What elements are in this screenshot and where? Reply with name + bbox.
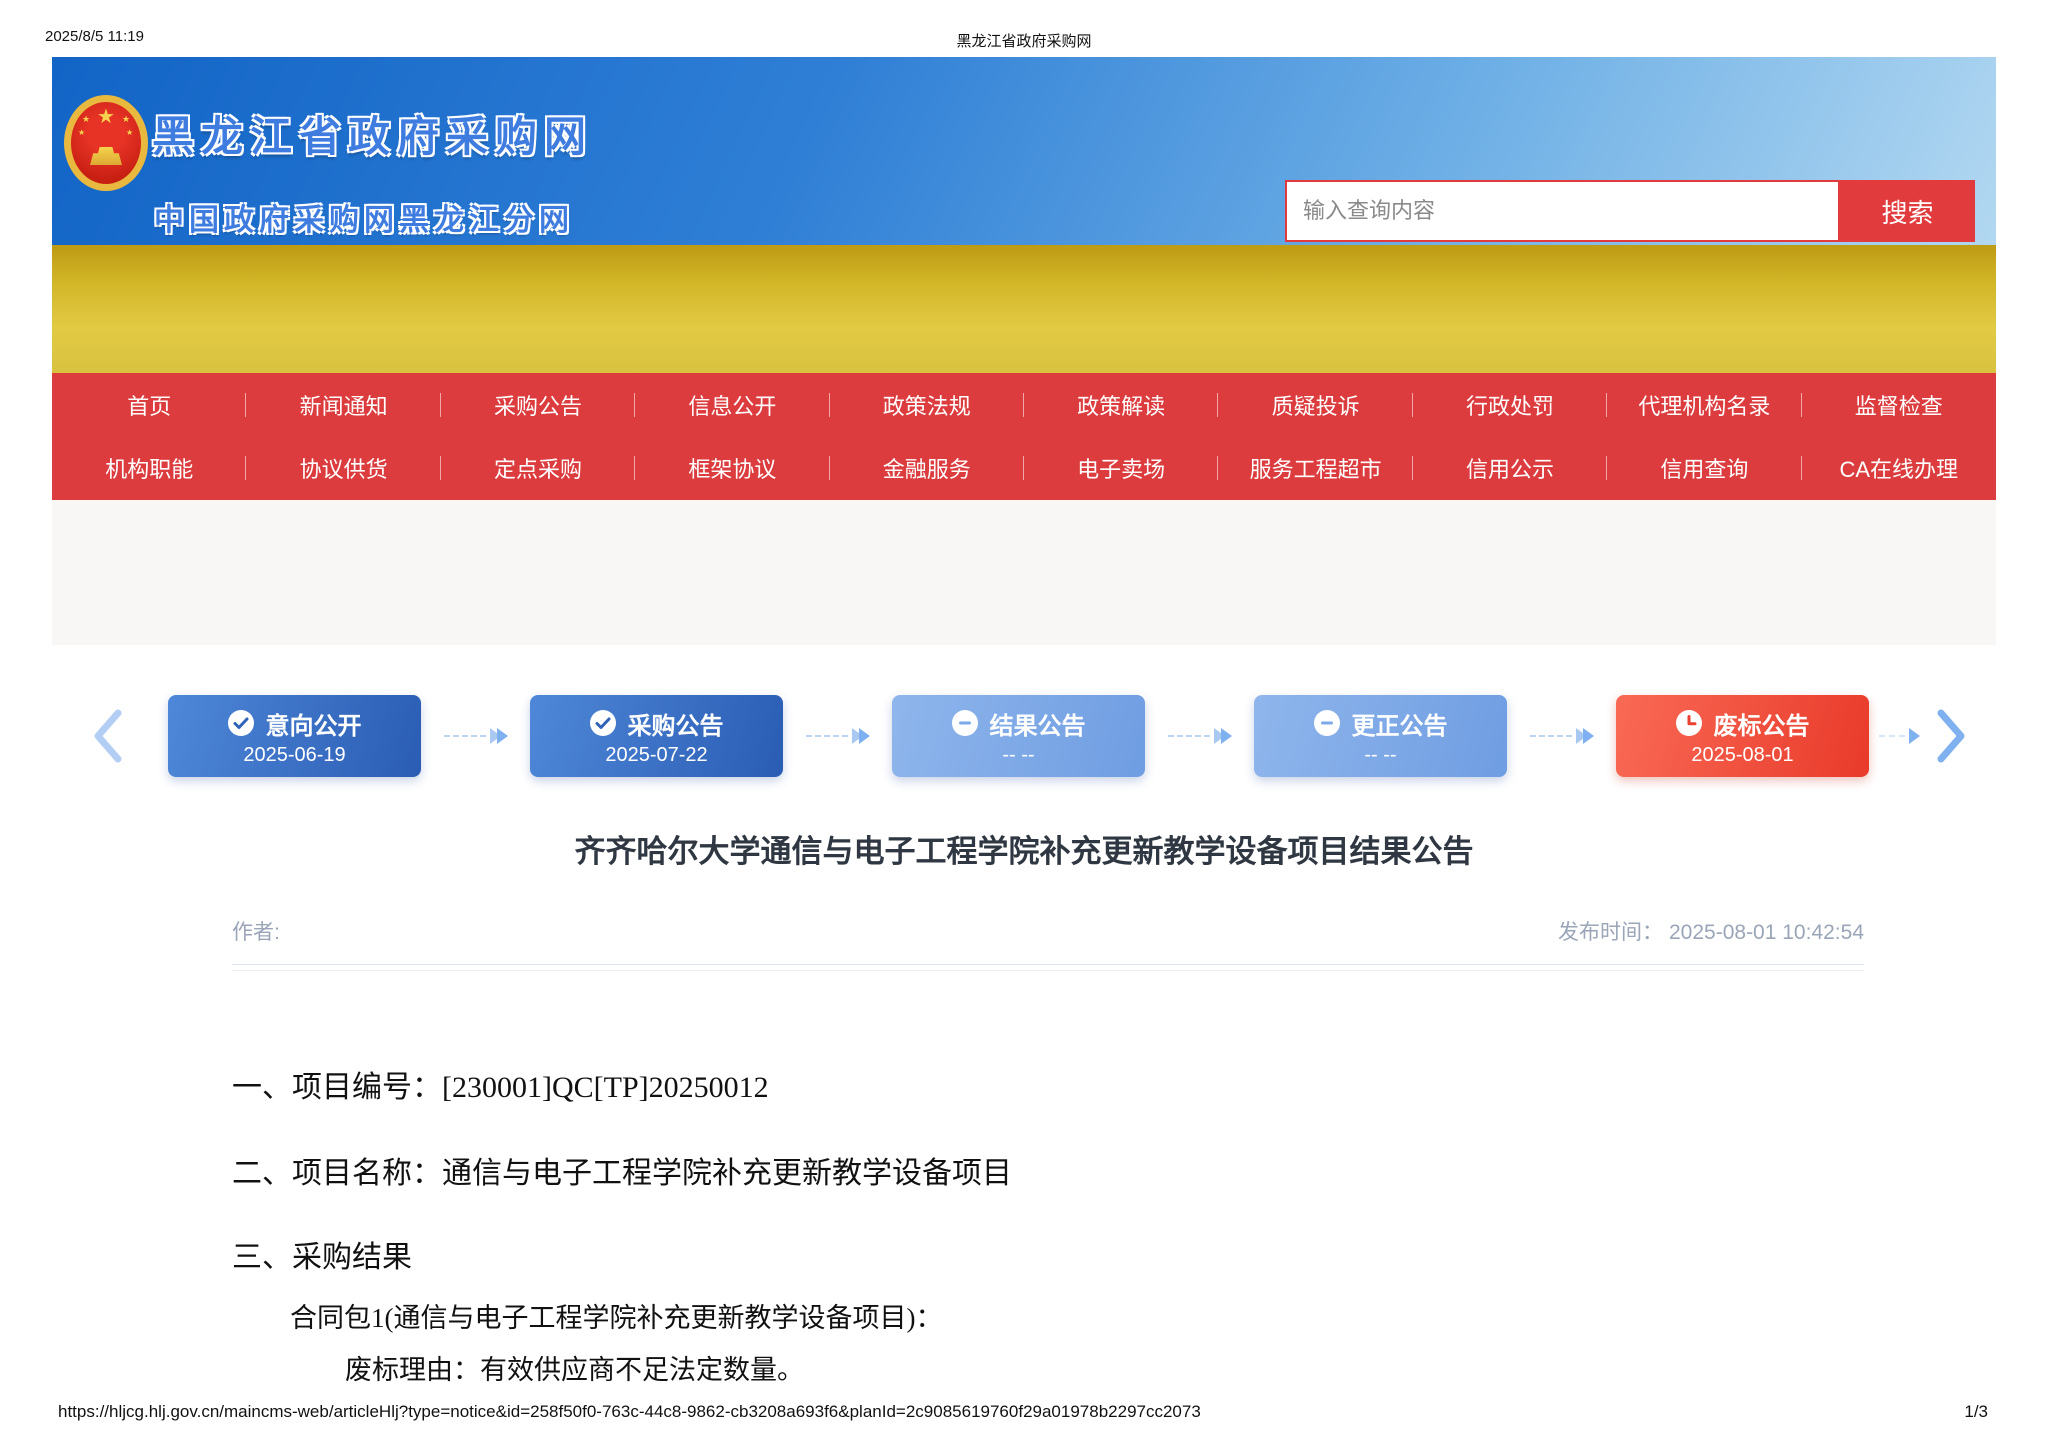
paragraph-project-name: 二、项目名称：通信与电子工程学院补充更新教学设备项目: [232, 1157, 1012, 1190]
nav-item-agreement-supply[interactable]: 协议供货: [246, 437, 440, 501]
step-label: 废标公告: [1713, 712, 1810, 740]
paragraph-contract-package: 合同包1(通信与电子工程学院补充更新教学设备项目)：: [290, 1303, 943, 1333]
next-chevron-icon[interactable]: [1935, 707, 1969, 765]
star-icon: ★: [122, 114, 131, 124]
arrow-connector: [783, 728, 892, 744]
timeline-step-correction[interactable]: 更正公告 -- --: [1254, 695, 1507, 777]
nav-item-framework[interactable]: 框架协议: [635, 437, 829, 501]
print-footer-page: 1/3: [1964, 1402, 1988, 1421]
timeline-step-result[interactable]: 结果公告 -- --: [892, 695, 1145, 777]
search-button[interactable]: 搜索: [1840, 180, 1975, 242]
author-label: 作者:: [232, 921, 280, 944]
clock-icon: [1675, 710, 1702, 736]
site-subtitle: 中国政府采购网黑龙江分网: [154, 204, 574, 237]
publish-label: 发布时间：: [1558, 921, 1663, 944]
nav-item-info-disclosure[interactable]: 信息公开: [635, 373, 829, 437]
process-timeline: 意向公开 2025-06-19 采购公告 2025-07-22 结果公告 -- …: [52, 688, 1996, 784]
nav-item-home[interactable]: 首页: [52, 373, 246, 437]
nav-item-procurement-notice[interactable]: 采购公告: [441, 373, 635, 437]
step-date: 2025-08-01: [1691, 743, 1794, 766]
nav-item-functions[interactable]: 机构职能: [52, 437, 246, 501]
star-icon: ★: [97, 106, 115, 128]
step-label: 结果公告: [989, 712, 1086, 740]
paragraph-result-heading: 三、采购结果: [232, 1241, 412, 1274]
publish-time: 2025-08-01 10:42:54: [1669, 921, 1864, 944]
publish-info: 发布时间： 2025-08-01 10:42:54: [1552, 916, 1864, 946]
nav-item-admin-penalty[interactable]: 行政处罚: [1413, 373, 1607, 437]
nav-row-1: 首页 新闻通知 采购公告 信息公开 政策法规 政策解读 质疑投诉 行政处罚 代理…: [52, 373, 1996, 437]
site-banner: ★ ★ ★ ★ ★ 黑龙江省政府采购网 中国政府采购网黑龙江分网 搜索: [52, 57, 1996, 373]
star-icon: ★: [82, 114, 91, 124]
national-emblem-logo: ★ ★ ★ ★ ★: [64, 87, 148, 199]
site-title: 黑龙江省政府采购网: [152, 113, 594, 160]
search-bar: 搜索: [1285, 180, 1975, 242]
print-footer-url: https://hljcg.hlj.gov.cn/maincms-web/art…: [58, 1402, 1201, 1421]
search-input[interactable]: [1285, 180, 1840, 242]
step-date: -- --: [1002, 743, 1035, 766]
minus-icon: [951, 710, 978, 736]
nav-item-policy-interpretation[interactable]: 政策解读: [1024, 373, 1218, 437]
nav-item-supervision[interactable]: 监督检查: [1802, 373, 1996, 437]
nav-item-service-mall[interactable]: 服务工程超市: [1218, 437, 1412, 501]
page: 2025/8/5 11:19 黑龙江省政府采购网 ★ ★ ★ ★ ★ 黑龙江省政…: [0, 0, 2048, 1447]
nav-item-ca-online[interactable]: CA在线办理: [1802, 437, 1996, 501]
nav-item-credit-publicity[interactable]: 信用公示: [1413, 437, 1607, 501]
arrow-connector: [1145, 728, 1254, 744]
print-page-title: 黑龙江省政府采购网: [956, 33, 1092, 50]
nav-item-news[interactable]: 新闻通知: [246, 373, 440, 437]
check-icon: [589, 710, 616, 736]
nav-item-e-market[interactable]: 电子卖场: [1024, 437, 1218, 501]
step-label: 意向公开: [265, 712, 362, 740]
arrow-connector: [1869, 728, 1929, 744]
nav-item-finance-service[interactable]: 金融服务: [830, 437, 1024, 501]
minus-icon: [1313, 710, 1340, 736]
timeline-step-procurement[interactable]: 采购公告 2025-07-22: [530, 695, 783, 777]
check-icon: [227, 710, 254, 736]
star-icon: ★: [126, 128, 134, 137]
nav-item-complaints[interactable]: 质疑投诉: [1218, 373, 1412, 437]
step-label: 采购公告: [627, 712, 724, 740]
step-label: 更正公告: [1351, 712, 1448, 740]
paragraph-reject-reason: 废标理由：有效供应商不足法定数量。: [345, 1355, 804, 1385]
article-title: 齐齐哈尔大学通信与电子工程学院补充更新教学设备项目结果公告: [574, 834, 1474, 869]
content-band: [52, 500, 1996, 645]
banner-field: [52, 245, 1996, 373]
step-date: 2025-07-22: [605, 743, 708, 766]
article-meta: 作者: 发布时间： 2025-08-01 10:42:54: [232, 916, 1864, 946]
nav-item-fixed-point[interactable]: 定点采购: [441, 437, 635, 501]
nav-item-policy-law[interactable]: 政策法规: [830, 373, 1024, 437]
arrow-connector: [421, 728, 530, 744]
main-nav: 首页 新闻通知 采购公告 信息公开 政策法规 政策解读 质疑投诉 行政处罚 代理…: [52, 373, 1996, 500]
paragraph-project-number: 一、项目编号：[230001]QC[TP]20250012: [232, 1071, 769, 1104]
step-date: 2025-06-19: [243, 743, 346, 766]
nav-item-credit-query[interactable]: 信用查询: [1607, 437, 1801, 501]
prev-chevron-icon[interactable]: [90, 707, 124, 765]
nav-row-2: 机构职能 协议供货 定点采购 框架协议 金融服务 电子卖场 服务工程超市 信用公…: [52, 437, 1996, 501]
arrow-connector: [1507, 728, 1616, 744]
step-date: -- --: [1364, 743, 1397, 766]
star-icon: ★: [78, 128, 86, 137]
timeline-step-rejection[interactable]: 废标公告 2025-08-01: [1616, 695, 1869, 777]
timeline-step-intent[interactable]: 意向公开 2025-06-19: [168, 695, 421, 777]
nav-item-agency-directory[interactable]: 代理机构名录: [1607, 373, 1801, 437]
divider: [232, 964, 1864, 971]
